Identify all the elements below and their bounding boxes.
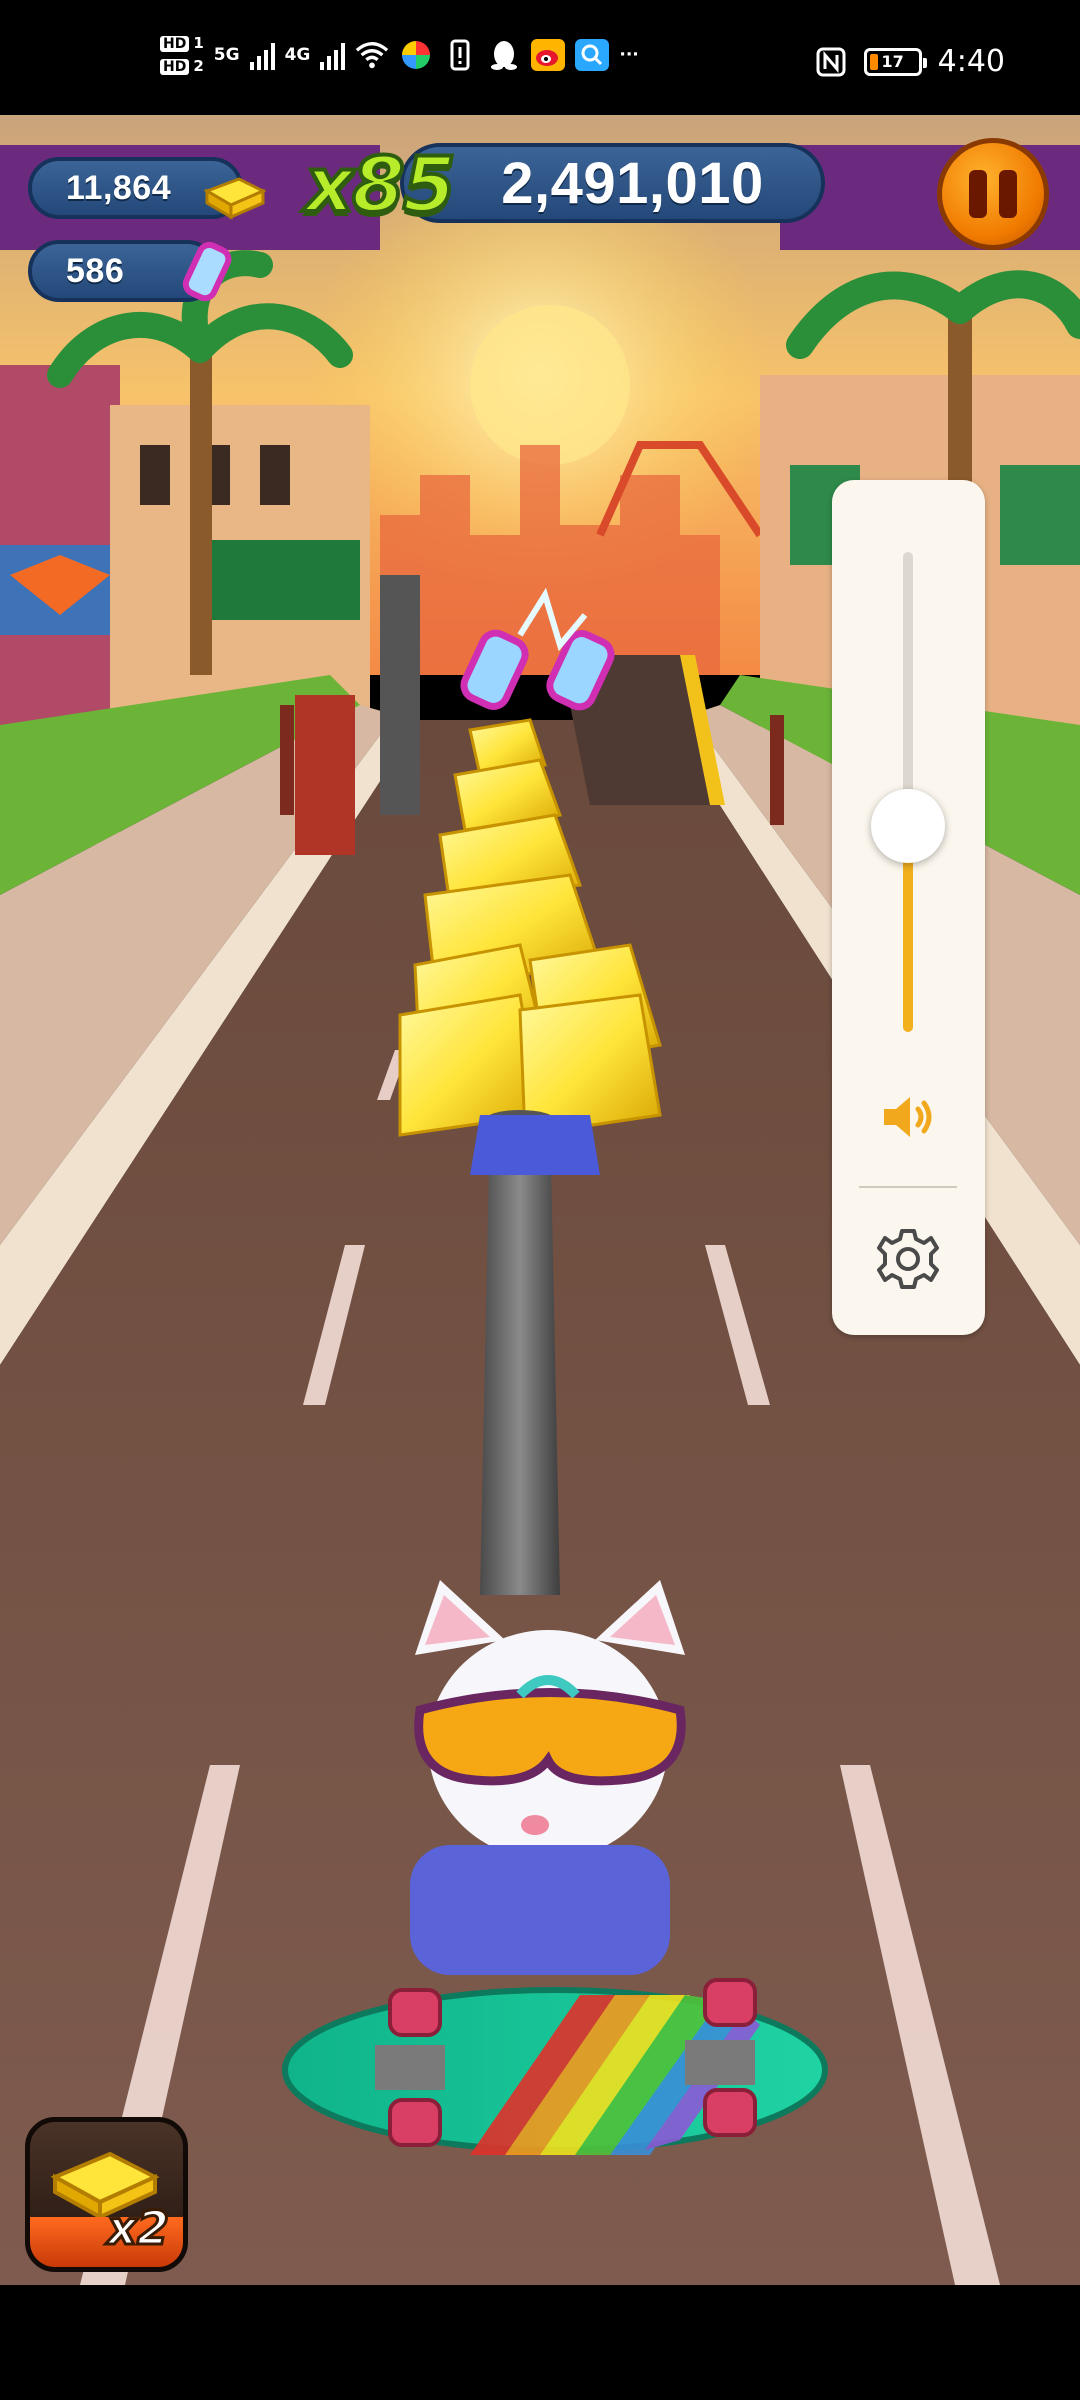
status-right-icons: 17 4:40	[814, 44, 1005, 79]
booster-label: x2	[106, 2200, 171, 2257]
pause-icon	[969, 170, 987, 218]
gear-icon[interactable]	[874, 1225, 942, 1293]
volume-slider-thumb[interactable]	[871, 788, 945, 863]
gem-count: 586	[66, 251, 125, 290]
score-value: 2,491,010	[501, 150, 764, 216]
wifi-icon	[355, 38, 389, 72]
more-dots-icon: ···	[619, 45, 639, 65]
gold-bar-icon	[203, 177, 267, 220]
pause-icon	[999, 170, 1017, 218]
score-counter: 2,491,010	[400, 143, 825, 223]
signal-icon	[320, 40, 346, 70]
search-app-icon	[575, 38, 610, 72]
battery-icon: 17	[863, 47, 927, 76]
clock: 4:40	[937, 44, 1005, 79]
status-left-icons: HD 1 HD 2 5G 4G ···	[160, 34, 639, 76]
status-bar: HD 1 HD 2 5G 4G ··· 17 4:40	[0, 0, 1080, 115]
volume-panel	[832, 480, 985, 1335]
signal-icon	[249, 40, 275, 70]
double-gold-booster[interactable]: x2	[25, 2117, 188, 2272]
speaker-icon[interactable]	[876, 1085, 940, 1149]
weibo-icon	[531, 38, 566, 72]
gold-counter: 11,864	[28, 157, 267, 220]
network-type-2: 4G	[284, 45, 311, 65]
divider	[859, 1186, 957, 1188]
qq-penguin-icon	[487, 38, 521, 72]
sim2-indicator: HD 2	[160, 57, 204, 76]
network-type-1: 5G	[213, 45, 240, 65]
score-multiplier: x85	[303, 138, 458, 231]
nfc-icon	[814, 45, 848, 79]
sim1-indicator: HD 1	[160, 34, 204, 53]
pause-button[interactable]	[937, 138, 1049, 250]
alert-icon	[443, 38, 477, 72]
battery-level: 17	[881, 52, 904, 71]
gold-count: 11,864	[66, 168, 172, 207]
magnet-gem-icon	[182, 241, 232, 302]
sim-indicators: HD 1 HD 2	[160, 34, 204, 76]
bottom-bar	[0, 2285, 1080, 2400]
gem-counter: 586	[28, 240, 232, 302]
pinwheel-app-icon	[399, 38, 433, 72]
